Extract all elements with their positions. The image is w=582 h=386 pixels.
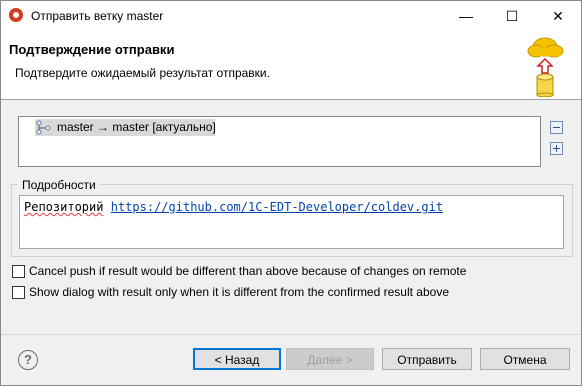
wizard-header: Подтверждение отправки Подтвердите ожида…	[1, 31, 581, 100]
footer-separator	[1, 334, 581, 335]
expand-all-icon[interactable]	[550, 142, 563, 155]
show-dialog-label: Show dialog with result only when it is …	[29, 285, 449, 299]
details-text: Репозиторий https://github.com/1C-EDT-De…	[24, 200, 443, 214]
dialog-window: Отправить ветку master — ☐ ✕ Подтвержден…	[0, 0, 582, 386]
cancel-button[interactable]: Отмена	[480, 348, 570, 370]
cancel-push-checkbox[interactable]	[12, 265, 25, 278]
next-button[interactable]: Далее >	[286, 348, 374, 370]
collapse-all-icon[interactable]	[550, 121, 563, 134]
ref-update-label: master → master [актуально]	[57, 120, 216, 134]
push-button[interactable]: Отправить	[382, 348, 472, 370]
repo-link[interactable]: https://github.com/1C-EDT-Developer/cold…	[111, 200, 443, 214]
help-icon[interactable]: ?	[18, 350, 38, 370]
back-button[interactable]: < Назад	[193, 348, 281, 370]
cancel-push-label: Cancel push if result would be different…	[29, 264, 467, 278]
app-icon	[9, 8, 23, 22]
close-icon[interactable]: ✕	[535, 1, 581, 31]
list-item[interactable]: master → master [актуально]	[35, 119, 216, 136]
branch-icon	[36, 120, 51, 135]
page-title: Подтверждение отправки	[9, 42, 175, 57]
cloud-push-icon	[527, 37, 564, 97]
minimize-icon[interactable]: —	[443, 1, 489, 31]
details-group-label: Подробности	[21, 178, 97, 192]
window-title: Отправить ветку master	[31, 9, 164, 23]
page-description: Подтвердите ожидаемый результат отправки…	[15, 66, 270, 80]
details-text-area[interactable]: Репозиторий https://github.com/1C-EDT-De…	[19, 195, 564, 249]
show-dialog-checkbox[interactable]	[12, 286, 25, 299]
repo-label: Репозиторий	[24, 200, 104, 214]
ref-update-list[interactable]: master → master [актуально]	[18, 116, 541, 167]
maximize-icon[interactable]: ☐	[489, 1, 535, 31]
title-bar[interactable]: Отправить ветку master — ☐ ✕	[1, 1, 581, 31]
